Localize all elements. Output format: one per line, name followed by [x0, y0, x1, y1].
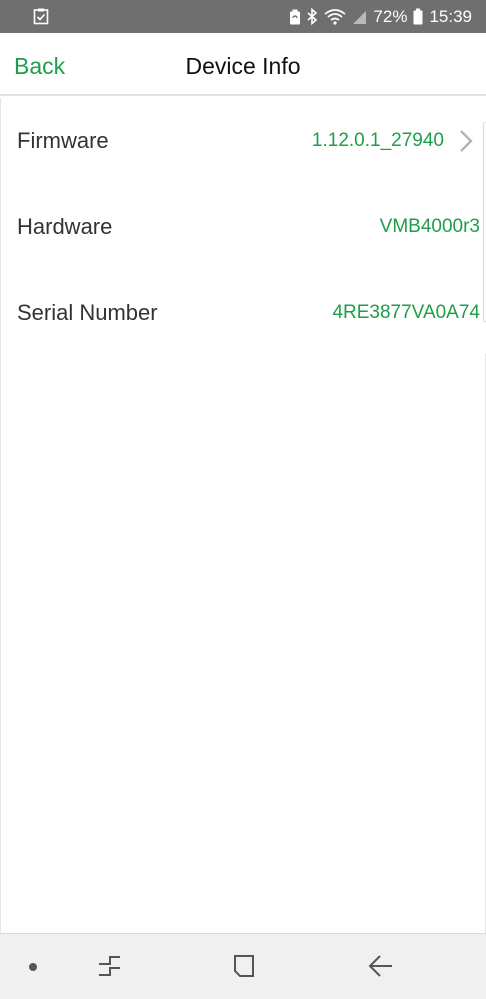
dot-icon[interactable]: [26, 960, 40, 974]
chevron-right-icon: [459, 129, 473, 153]
system-navigation-bar: [0, 933, 486, 999]
firmware-row[interactable]: Firmware 1.12.0.1_27940: [1, 98, 486, 184]
recent-apps-icon[interactable]: [96, 952, 124, 980]
serial-number-row: Serial Number 4RE3877VA0A74: [1, 270, 486, 356]
bluetooth-icon: [307, 8, 318, 25]
home-icon[interactable]: [230, 952, 258, 980]
hardware-label: Hardware: [17, 214, 113, 239]
back-arrow-icon[interactable]: [366, 952, 396, 980]
battery-icon: [413, 8, 423, 25]
nav-header: Back Device Info: [0, 33, 486, 96]
battery-percent: 72%: [373, 6, 408, 26]
signal-icon: [352, 9, 367, 25]
serial-number-label: Serial Number: [17, 300, 158, 325]
status-bar: 72% 15:39: [0, 0, 486, 33]
battery-saver-icon: [289, 9, 301, 25]
firmware-value: 1.12.0.1_27940: [311, 130, 444, 151]
clock: 15:39: [429, 6, 472, 26]
checklist-icon: [33, 8, 49, 25]
page-title: Device Info: [185, 53, 301, 79]
hardware-row: Hardware VMB4000r3: [1, 184, 486, 270]
content-area: Firmware 1.12.0.1_27940 Hardware VMB4000…: [0, 98, 486, 933]
device-info-list: Firmware 1.12.0.1_27940 Hardware VMB4000…: [1, 98, 486, 354]
hardware-value: VMB4000r3: [379, 216, 480, 237]
serial-number-value: 4RE3877VA0A74: [332, 302, 480, 323]
wifi-icon: [324, 8, 346, 25]
firmware-label: Firmware: [17, 128, 109, 153]
